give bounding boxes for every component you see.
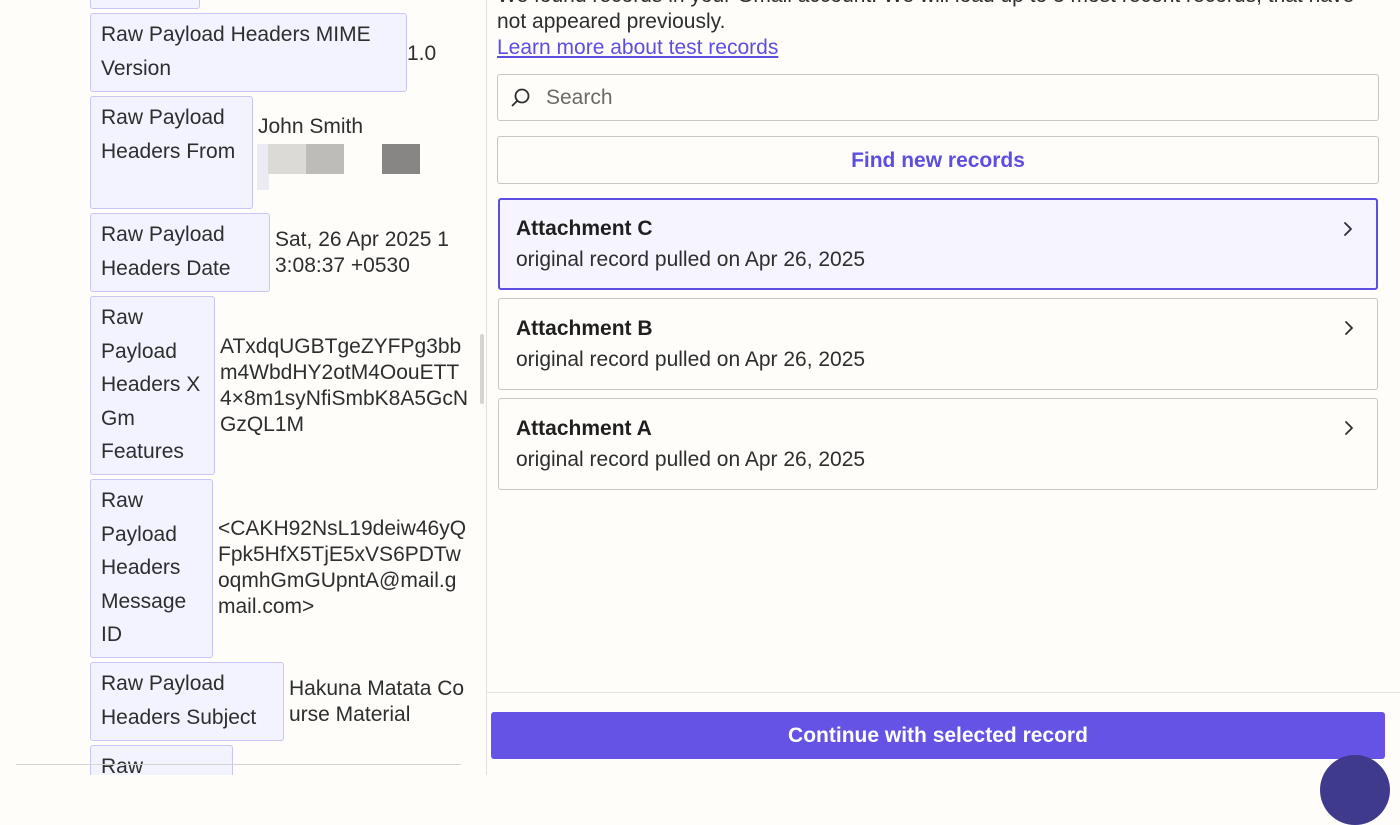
field-value: ATxdqUGBTgeZYFPg3bbm4WbdHY2otM4OouETT4×8… — [220, 335, 469, 436]
footer-divider — [487, 692, 1400, 693]
chevron-right-icon — [1345, 321, 1353, 335]
help-bubble-icon[interactable] — [1320, 755, 1390, 825]
record-title: Attachment A — [516, 417, 652, 440]
field-key: Raw Payload Headers Message ID — [90, 479, 213, 658]
record-selection-panel: We found records in your Gmail account. … — [487, 0, 1400, 825]
chevron-right-icon — [1345, 421, 1353, 435]
intro-text: We found records in your Gmail account. … — [497, 0, 1354, 33]
panel-resize-handle[interactable] — [480, 334, 484, 404]
find-new-records-button[interactable]: Find new records — [497, 136, 1379, 184]
divider — [16, 764, 461, 765]
record-title: Attachment B — [516, 317, 653, 340]
search-input[interactable] — [544, 84, 1378, 111]
field-key: Raw — [90, 745, 233, 775]
field-value: <CAKH92NsL19deiw46yQFpk5HfX5TjE5xVS6PDTw… — [218, 517, 467, 618]
record-item-attachment-b[interactable]: Attachment B original record pulled on A… — [498, 298, 1378, 390]
field-value: 1.0 — [407, 42, 437, 65]
field-row-message-id: Raw Payload Headers Message ID <CAKH92Ns… — [90, 479, 468, 658]
field-key: Raw Payload Headers From — [90, 96, 253, 209]
field-row-subject: Raw Payload Headers Subject Hakuna Matat… — [90, 662, 469, 741]
redacted-email-block — [382, 144, 420, 174]
search-box[interactable] — [497, 74, 1379, 121]
data-fields-panel: Raw Payload Headers MIME Version 1.0 Raw… — [0, 0, 486, 775]
field-value: John Smith — [258, 115, 364, 138]
field-value: Sat, 26 Apr 2025 13:08:37 +0530 — [275, 228, 449, 277]
field-key: Raw Payload Headers Subject — [90, 662, 284, 741]
redacted-email-block — [268, 144, 306, 174]
field-key: Raw Payload Headers X Gm Features — [90, 296, 215, 475]
field-value: Hakuna Matata Course Material — [289, 677, 465, 726]
record-title: Attachment C — [516, 217, 653, 240]
continue-with-selected-record-button[interactable]: Continue with selected record — [491, 712, 1385, 759]
field-row-cutoff: Raw — [90, 745, 233, 775]
record-subtitle: original record pulled on Apr 26, 2025 — [516, 448, 866, 471]
redacted-email-block — [306, 144, 344, 174]
search-icon — [511, 88, 530, 106]
record-item-attachment-a[interactable]: Attachment A original record pulled on A… — [498, 398, 1378, 490]
field-row-x-gm-features: Raw Payload Headers X Gm Features ATxdqU… — [90, 296, 468, 475]
record-item-attachment-c[interactable]: Attachment C original record pulled on A… — [498, 198, 1378, 290]
record-subtitle: original record pulled on Apr 26, 2025 — [516, 348, 866, 371]
field-key-cutoff — [90, 0, 200, 9]
field-key: Raw Payload Headers MIME Version — [90, 13, 407, 92]
field-key: Raw Payload Headers Date — [90, 213, 270, 292]
chevron-right-icon — [1344, 222, 1352, 236]
record-subtitle: original record pulled on Apr 26, 2025 — [516, 248, 866, 271]
learn-more-link[interactable]: Learn more about test records — [497, 35, 778, 61]
field-row-date: Raw Payload Headers Date Sat, 26 Apr 202… — [90, 213, 460, 292]
field-row-mime-version: Raw Payload Headers MIME Version 1.0 — [90, 13, 467, 92]
